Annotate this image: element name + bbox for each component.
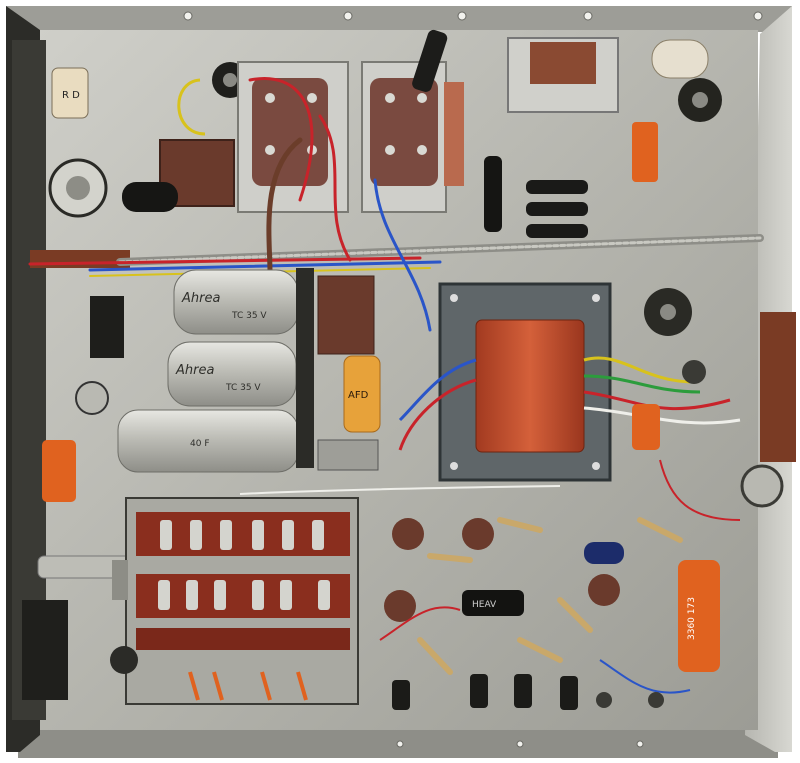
right-pot: [740, 464, 784, 508]
black-resistor: [526, 202, 588, 216]
transformer-plate-right: [370, 78, 438, 186]
chassis-rim-top: [6, 6, 792, 32]
switch-shaft: [112, 560, 128, 600]
black-tube-cap: [484, 156, 502, 232]
switch-contact: [280, 580, 292, 610]
rim-screw: [583, 11, 593, 21]
rotary-switch: [110, 497, 359, 705]
right-terminal-plate: [760, 312, 796, 462]
switch-contact: [252, 580, 264, 610]
rim-screw: [516, 740, 524, 748]
switch-wafer-bottom: [136, 628, 350, 650]
blue-cap: [584, 542, 624, 564]
left-orange-cap: [42, 440, 76, 502]
left-black-block: [22, 600, 68, 700]
can-cap-mid-brand: Ahrea: [175, 363, 214, 378]
left-switch-dark: [90, 296, 124, 358]
terminal-lug: [417, 93, 427, 103]
black-component: [470, 674, 488, 708]
can-cap-mid-rating: TC 35 V: [225, 383, 261, 393]
bakelite-terminal-center: [317, 275, 375, 355]
tube-socket-pre-3: [384, 590, 416, 622]
black-component: [514, 674, 532, 708]
terminal-lug: [385, 93, 395, 103]
can-cap-top-rating: TC 35 V: [231, 311, 267, 321]
chassis-hole: [682, 360, 706, 384]
black-cap-left: [122, 182, 178, 212]
rim-screw: [343, 11, 353, 21]
left-pot-lower: [75, 381, 109, 415]
rim-screw: [183, 11, 193, 21]
terminal-lug: [265, 93, 275, 103]
black-resistor: [526, 224, 588, 238]
terminal-lug: [307, 93, 317, 103]
black-component: [560, 676, 578, 710]
orange-cap-right: [632, 404, 660, 450]
terminal-lug: [385, 145, 395, 155]
top-right-cap: [651, 39, 709, 79]
switch-contact: [160, 520, 172, 550]
tube-socket-pre-2: [462, 518, 494, 550]
transformer-plate-left: [252, 78, 328, 186]
red-cap-right-label: 3360 173: [687, 597, 697, 640]
switch-gear: [110, 646, 138, 674]
tube-socket-pre-1: [392, 518, 424, 550]
switch-contact: [214, 580, 226, 610]
black-component: [392, 680, 410, 710]
can-cap-bracket: [296, 268, 314, 468]
switch-contact: [190, 520, 202, 550]
chassis-hole-bottom: [596, 692, 612, 708]
rim-screw: [457, 11, 467, 21]
rim-screw: [396, 740, 404, 748]
center-ground-plate: [317, 439, 379, 471]
terminal-lug: [265, 145, 275, 155]
switch-contact: [186, 580, 198, 610]
rim-screw: [753, 11, 763, 21]
resistor-label-rd: R D: [62, 90, 80, 101]
left-tag-board: [30, 250, 130, 268]
can-cap-top-brand: Ahrea: [181, 291, 220, 306]
chassis-hole-bottom: [648, 692, 664, 708]
can-cap-bottom-rating: 40 F: [190, 439, 210, 449]
orange-cap-top-right: [632, 122, 658, 182]
switch-contact: [220, 520, 232, 550]
black-resistor: [526, 180, 588, 194]
signal-resistor: [427, 553, 473, 563]
orange-side-plate: [444, 82, 464, 186]
red-cap-right: [678, 560, 720, 672]
small-cap-center-label: AFD: [348, 390, 369, 401]
switch-contact: [318, 580, 330, 610]
switch-contact: [282, 520, 294, 550]
black-cap-bottom-label: HEAV: [472, 600, 497, 610]
tube-socket-pre-4: [588, 574, 620, 606]
switch-contact: [158, 580, 170, 610]
rim-screw: [636, 740, 644, 748]
output-transformer-coil: [475, 319, 585, 453]
top-transformer-coil: [530, 42, 596, 84]
switch-contact: [252, 520, 264, 550]
terminal-lug: [417, 145, 427, 155]
switch-contact: [312, 520, 324, 550]
chassis-photo: R D Ahrea TC 35 V Ahrea TC 35 V 40 F AFD…: [0, 0, 800, 763]
